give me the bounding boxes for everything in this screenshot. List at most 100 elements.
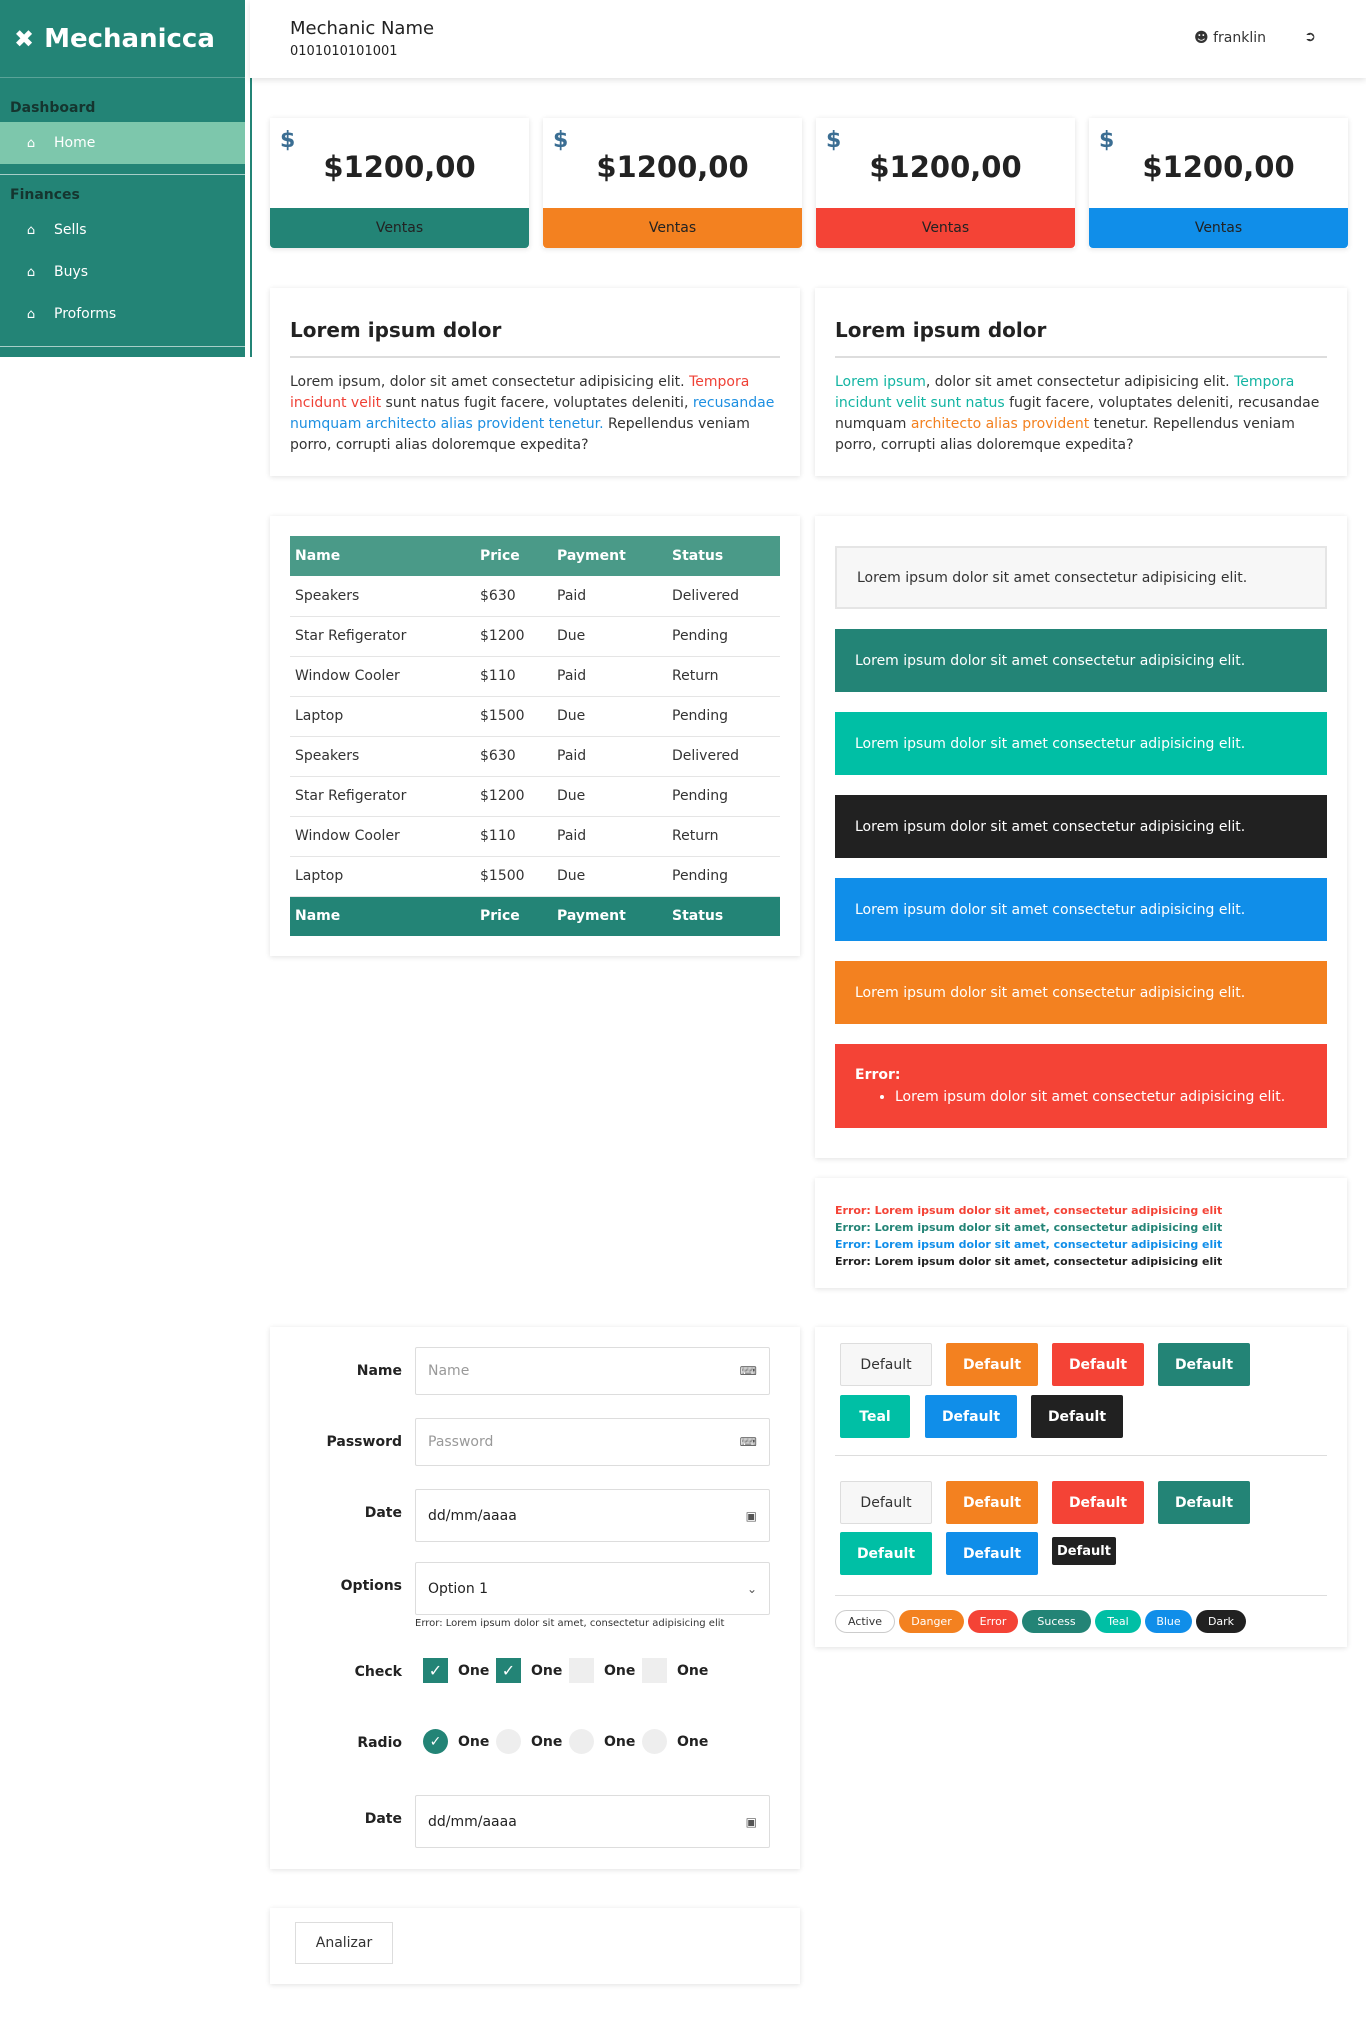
card-text: Lorem ipsum, dolor sit amet consectetur … (290, 374, 775, 453)
stat-label: Ventas (270, 208, 529, 248)
calendar-icon[interactable]: ▣ (746, 1509, 757, 1523)
check-icon: ✓ (423, 1729, 448, 1754)
stat-card: $ $1200,00 Ventas (1089, 118, 1348, 248)
table-row[interactable]: Laptop $1500 Due Pending (290, 696, 780, 737)
blue-button[interactable]: Default (946, 1532, 1038, 1575)
badge-success: Sucess (1022, 1610, 1091, 1633)
alert-orange: Lorem ipsum dolor sit amet consectetur a… (835, 961, 1327, 1024)
blue-button[interactable]: Default (925, 1395, 1017, 1438)
date-field[interactable]: dd/mm/aaaa ▣ (415, 1489, 770, 1542)
home-icon: ⌂ (26, 135, 36, 151)
sidebar-item-home[interactable]: ⌂ Home (0, 122, 245, 164)
alert-blue: Lorem ipsum dolor sit amet consectetur a… (835, 878, 1327, 941)
text-link[interactable]: architecto alias provident (911, 416, 1089, 432)
table-row[interactable]: Star Refigerator $1200 Due Pending (290, 616, 780, 657)
sidebar-item-buys[interactable]: ⌂ Buys (0, 251, 245, 293)
text-link[interactable]: Lorem ipsum (835, 374, 926, 390)
column-header[interactable]: Price (475, 536, 552, 576)
checkbox[interactable]: ✓ One (423, 1658, 489, 1683)
sidebar-item-sells[interactable]: ⌂ Sells (0, 209, 245, 251)
sign-out-icon[interactable]: ➲ (1304, 29, 1316, 45)
date-field[interactable]: dd/mm/aaaa ▣ (415, 1795, 770, 1848)
table-row[interactable]: Speakers $630 Paid Delivered (290, 736, 780, 777)
column-header[interactable]: Payment (552, 536, 667, 576)
card-title: Lorem ipsum dolor (835, 318, 1327, 358)
table-footer-row: Name Price Payment Status (290, 896, 780, 936)
badge-active: Active (835, 1610, 895, 1633)
red-button[interactable]: Default (1052, 1343, 1144, 1386)
radio-button[interactable]: ✓ One (423, 1729, 489, 1754)
error-message: Error: Lorem ipsum dolor sit amet, conse… (835, 1255, 1223, 1268)
form-row-check: Check ✓ One ✓ One One One (290, 1658, 770, 1688)
column-header[interactable]: Name (290, 536, 475, 576)
radio-button[interactable]: One (569, 1729, 635, 1754)
stat-card: $ $1200,00 Ventas (270, 118, 529, 248)
table-row[interactable]: Laptop $1500 Due Pending (290, 856, 780, 897)
options-label: Options (340, 1578, 402, 1594)
table-header-row: Name Price Payment Status (290, 536, 780, 576)
keyboard-icon: ⌨ (739, 1364, 757, 1378)
column-header[interactable]: Status (667, 536, 780, 576)
table-row[interactable]: Star Refigerator $1200 Due Pending (290, 776, 780, 817)
orange-button[interactable]: Default (946, 1481, 1038, 1524)
password-label: Password (326, 1434, 402, 1450)
stat-amount: $1200,00 (1142, 150, 1295, 184)
stat-label: Ventas (1089, 208, 1348, 248)
alert-dark: Lorem ipsum dolor sit amet consectetur a… (835, 795, 1327, 858)
green-button[interactable]: Default (1158, 1481, 1250, 1524)
form-row-date-2: Date dd/mm/aaaa ▣ (290, 1795, 770, 1848)
dark-button[interactable]: Default (1052, 1537, 1116, 1565)
brand-name: Mechanicca (44, 23, 215, 54)
radio-button[interactable]: One (496, 1729, 562, 1754)
mechanic-id: 0101010101001 (290, 44, 398, 59)
options-error: Error: Lorem ipsum dolor sit amet, conse… (415, 1618, 725, 1629)
table-row[interactable]: Window Cooler $110 Paid Return (290, 656, 780, 697)
form-row-date: Date dd/mm/aaaa ▣ (290, 1489, 770, 1542)
error-message: Error: Lorem ipsum dolor sit amet, conse… (835, 1204, 1223, 1217)
password-field[interactable]: Password ⌨ (415, 1418, 770, 1466)
user-menu[interactable]: ☻ franklin (1194, 30, 1266, 46)
teal-button[interactable]: Teal (840, 1395, 910, 1438)
error-message: Error: Lorem ipsum dolor sit amet, conse… (835, 1221, 1223, 1234)
sidebar-item-label: Sells (54, 222, 87, 238)
checkbox[interactable]: One (569, 1658, 635, 1683)
alert-error-item: Lorem ipsum dolor sit amet consectetur a… (895, 1089, 1285, 1105)
keyboard-icon: ⌨ (739, 1435, 757, 1449)
buttons-card: Default Default Default Default Teal Def… (815, 1327, 1347, 1647)
radio-label: Radio (357, 1735, 402, 1751)
table-row[interactable]: Window Cooler $110 Paid Return (290, 816, 780, 857)
error-messages-card: Error: Lorem ipsum dolor sit amet, conse… (815, 1178, 1347, 1288)
divider (835, 1595, 1327, 1596)
divider (835, 1455, 1327, 1456)
green-button[interactable]: Default (1158, 1343, 1250, 1386)
dark-button[interactable]: Default (1031, 1395, 1123, 1438)
table-card: Name Price Payment Status Speakers $630 Pa… (270, 516, 800, 956)
teal-button[interactable]: Default (840, 1532, 932, 1575)
form-row-options: Options Option 1 ⌄ Error: Lorem ipsum do… (290, 1562, 770, 1632)
badge-blue: Blue (1145, 1610, 1192, 1633)
checkbox[interactable]: One (642, 1658, 708, 1683)
alerts-card: Lorem ipsum dolor sit amet consectetur a… (815, 516, 1347, 1158)
default-button[interactable]: Default (840, 1343, 932, 1386)
name-field[interactable]: Name ⌨ (415, 1347, 770, 1395)
default-button[interactable]: Default (840, 1481, 932, 1524)
analyze-card: Analizar (270, 1908, 800, 1984)
sidebar-item-proforms[interactable]: ⌂ Proforms (0, 293, 245, 335)
text-card: Lorem ipsum dolor Lorem ipsum, dolor sit… (270, 288, 800, 476)
card-title: Lorem ipsum dolor (290, 318, 780, 358)
table-row[interactable]: Speakers $630 Paid Delivered (290, 576, 780, 617)
stat-label: Ventas (816, 208, 1075, 248)
alert-light: Lorem ipsum dolor sit amet consectetur a… (835, 546, 1327, 609)
orange-button[interactable]: Default (946, 1343, 1038, 1386)
calendar-icon[interactable]: ▣ (746, 1815, 757, 1829)
home-icon: ⌂ (26, 222, 36, 238)
alert-primary: Lorem ipsum dolor sit amet consectetur a… (835, 629, 1327, 692)
radio-button[interactable]: One (642, 1729, 708, 1754)
date-label: Date (364, 1811, 402, 1827)
checkbox[interactable]: ✓ One (496, 1658, 562, 1683)
text-card: Lorem ipsum dolor Lorem ipsum, dolor sit… (815, 288, 1347, 476)
analyze-button[interactable]: Analizar (295, 1922, 393, 1964)
options-select[interactable]: Option 1 ⌄ (415, 1562, 770, 1615)
brand[interactable]: ✖ Mechanicca (0, 0, 245, 78)
red-button[interactable]: Default (1052, 1481, 1144, 1524)
